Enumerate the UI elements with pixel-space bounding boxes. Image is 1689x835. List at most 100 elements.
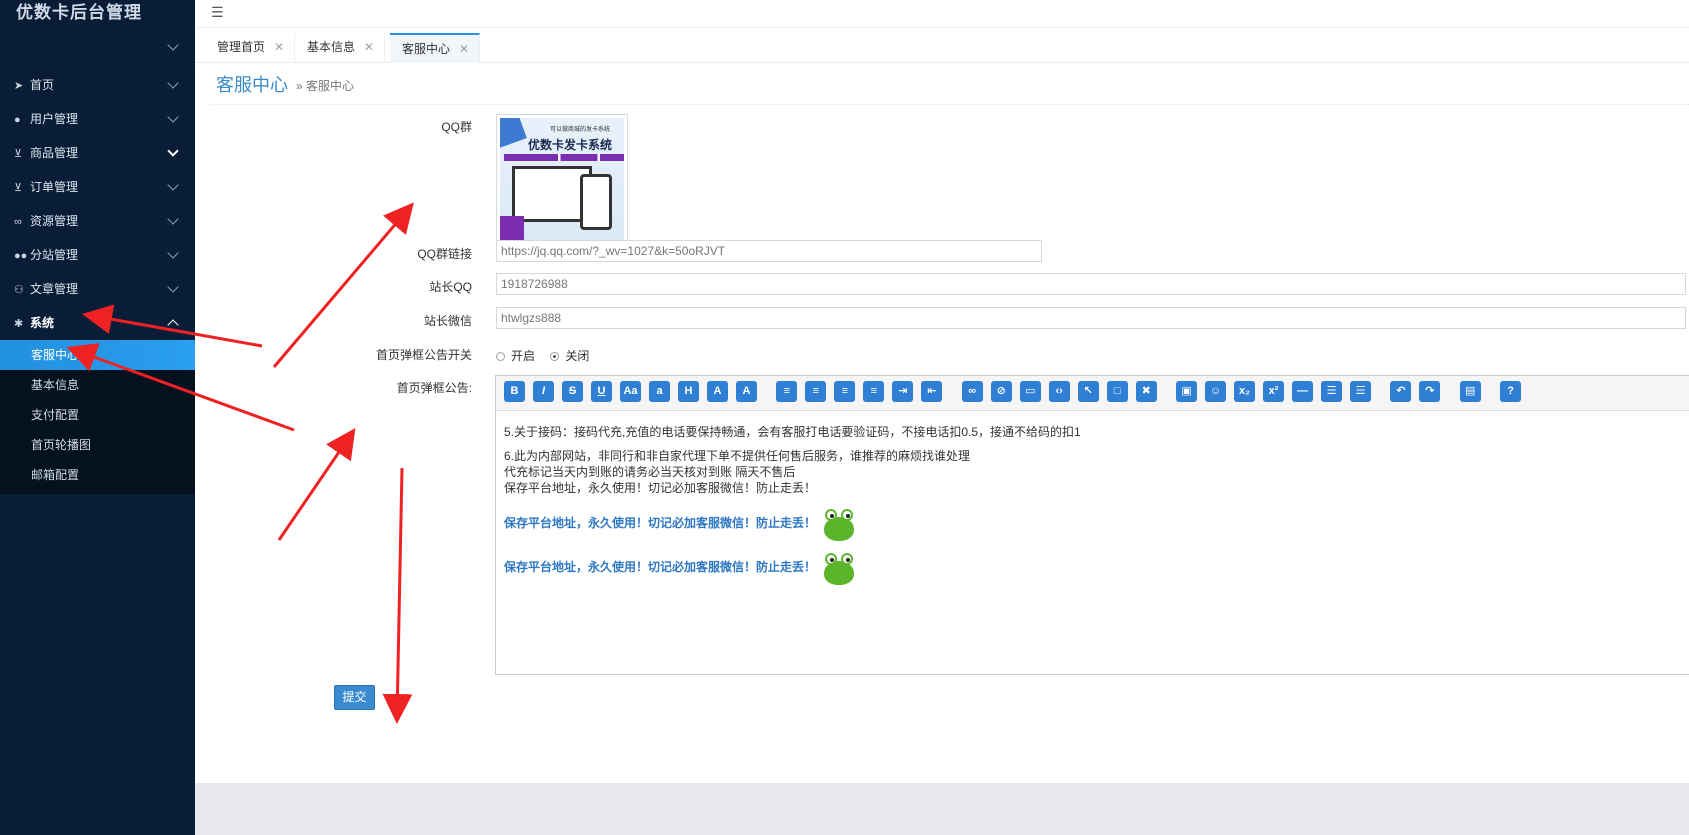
user-icon: ●	[14, 114, 21, 126]
chevron-down-icon	[167, 213, 179, 225]
editor-paragraph: 保存平台地址，永久使用！切记必加客服微信！防止走丢！	[504, 481, 817, 495]
ordered-list-icon[interactable]: ☰	[1321, 381, 1343, 402]
align-left-icon[interactable]: ≡	[805, 381, 827, 402]
close-icon[interactable]: ✕	[274, 40, 284, 54]
editor-highlight-paragraph: 保存平台地址，永久使用！切记必加客服微信！防止走丢！	[504, 550, 1683, 585]
clear-icon[interactable]: ✖	[1135, 381, 1157, 402]
align-justify-icon[interactable]: ≡	[863, 381, 885, 402]
popup-switch-label: 首页弹框公告开关	[375, 348, 472, 362]
superscript-icon[interactable]: x²	[1263, 381, 1285, 402]
sidebar-item-orders[interactable]: ⊻ 订单管理	[0, 170, 195, 204]
submenu-item-customer-service[interactable]: 客服中心	[0, 340, 195, 370]
strikethrough-icon[interactable]: S	[562, 381, 583, 402]
radio-off-label: 关闭	[565, 349, 590, 363]
tab-admin-home[interactable]: 管理首页 ✕	[205, 33, 296, 63]
promo-subtitle: 可以做商城的发卡系统	[550, 127, 611, 133]
menu-toggle-icon[interactable]: ☰	[211, 4, 224, 21]
radio-off[interactable]	[550, 352, 560, 361]
heading-icon[interactable]: H	[678, 381, 699, 402]
submenu-item-home-carousel[interactable]: 首页轮播图	[0, 430, 195, 460]
submenu-item-basic-info[interactable]: 基本信息	[0, 370, 195, 400]
tab-basic-info[interactable]: 基本信息 ✕	[295, 33, 386, 63]
underline-icon[interactable]: U	[591, 381, 612, 402]
sidebar-item-articles[interactable]: ⚇ 文章管理	[0, 272, 195, 306]
select-icon[interactable]: ↖	[1077, 381, 1099, 402]
align-right-icon[interactable]: ≡	[834, 381, 856, 402]
image-icon[interactable]: ▣	[1176, 381, 1198, 402]
sidebar-item-label: 系统	[30, 316, 55, 330]
editor-paragraph: 5.关于接码：接码代充,充值的电话要保持畅通，会有客服打电话要验证码，不接电话扣…	[504, 425, 1081, 439]
frog-emoji-icon	[822, 507, 856, 541]
close-icon[interactable]: ✕	[459, 42, 469, 56]
sidebar-item-label: 订单管理	[30, 180, 79, 194]
background-color-icon[interactable]: A	[736, 381, 757, 402]
owner-qq-field[interactable]	[496, 273, 1686, 295]
corner-badge	[500, 118, 527, 148]
sidebar-item-label: 文章管理	[30, 282, 79, 296]
tab-bar: 管理首页 ✕ 基本信息 ✕ 客服中心 ✕	[195, 30, 1689, 63]
subscript-icon[interactable]: x₂	[1234, 381, 1256, 402]
paper-plane-icon: ➤	[14, 80, 24, 92]
highlight-text: 保存平台地址，永久使用！切记必加客服微信！防止走丢！	[504, 560, 817, 574]
sidebar-item-home[interactable]: ➤ 首页	[0, 68, 195, 102]
radio-on-label: 开启	[511, 349, 536, 363]
emoji-icon[interactable]: ☺	[1205, 381, 1227, 402]
close-icon[interactable]: ✕	[364, 40, 374, 54]
font-color-icon[interactable]: A	[707, 381, 728, 402]
promo-image: 可以做商城的发卡系统 优数卡发卡系统	[500, 118, 624, 242]
sidebar-collapse-toggle[interactable]	[0, 28, 195, 68]
footer-band	[195, 783, 1689, 835]
main-content: 客服中心 » 客服中心 QQ群 可以做商城的发卡系统 优数卡发卡系统 QQ群链接…	[195, 64, 1689, 784]
font-size-icon[interactable]: Aa	[620, 381, 641, 402]
chevron-down-icon	[167, 145, 179, 157]
tab-customer-service[interactable]: 客服中心 ✕	[390, 33, 481, 63]
sidebar-item-products[interactable]: ⊻ 商品管理	[0, 136, 195, 170]
link-icon[interactable]: ∞	[961, 381, 983, 402]
chevron-down-icon	[167, 39, 179, 51]
chevron-down-icon	[167, 247, 179, 259]
binoculars-icon: ⚇	[14, 284, 24, 296]
tab-label: 客服中心	[402, 42, 451, 56]
sidebar-item-resources[interactable]: ∞ 资源管理	[0, 204, 195, 238]
topbar: ☰	[195, 0, 1689, 28]
cart-icon: ⊻	[14, 182, 23, 194]
users-icon: ●●	[14, 250, 28, 262]
popup-switch-group: 开启 关闭	[496, 347, 601, 364]
qq-group-label: QQ群	[441, 120, 472, 134]
sidebar-item-label: 资源管理	[30, 214, 79, 228]
outdent-icon[interactable]: ⇤	[921, 381, 943, 402]
horizontal-rule-icon[interactable]: —	[1292, 381, 1314, 402]
qq-group-image[interactable]: 可以做商城的发卡系统 优数卡发卡系统	[496, 114, 628, 246]
owner-wechat-field[interactable]	[496, 307, 1686, 329]
submenu-item-payment-config[interactable]: 支付配置	[0, 400, 195, 430]
indent-icon[interactable]: ⇥	[892, 381, 914, 402]
anchor-icon[interactable]: ▭	[1019, 381, 1041, 402]
chevron-down-icon	[167, 179, 179, 191]
bold-icon[interactable]: B	[504, 381, 525, 402]
help-icon[interactable]: ?	[1500, 381, 1522, 402]
unordered-list-icon[interactable]: ☰	[1350, 381, 1372, 402]
sidebar-item-substations[interactable]: ●● 分站管理	[0, 238, 195, 272]
code-icon[interactable]: ‹›	[1048, 381, 1070, 402]
font-family-icon[interactable]: a	[649, 381, 670, 402]
corner-badge	[500, 216, 524, 242]
fullscreen-icon[interactable]: □	[1106, 381, 1128, 402]
italic-icon[interactable]: I	[533, 381, 554, 402]
sidebar-item-system[interactable]: ✱ 系统	[0, 306, 195, 340]
page-title: 客服中心	[216, 75, 288, 95]
qq-link-field[interactable]	[496, 240, 1042, 262]
align-center-icon[interactable]: ≡	[776, 381, 798, 402]
editor-body[interactable]: 5.关于接码：接码代充,充值的电话要保持畅通，会有客服打电话要验证码，不接电话扣…	[496, 411, 1689, 597]
radio-on[interactable]	[496, 352, 505, 361]
undo-icon[interactable]: ↶	[1390, 381, 1412, 402]
chevron-down-icon	[167, 281, 179, 293]
rich-text-editor[interactable]: B I S U Aa a H A A ≡ ≡ ≡ ≡ ⇥ ⇤ ∞ ⊘ ▭ ‹› ↖ □ ✖ ▣ ☺ x₂ x² — ☰ ☰ ↶ ↷ …	[495, 375, 1689, 675]
source-icon[interactable]: ▤	[1459, 381, 1481, 402]
unlink-icon[interactable]: ⊘	[990, 381, 1012, 402]
submenu-item-email-config[interactable]: 邮箱配置	[0, 460, 195, 490]
submit-button[interactable]: 提交	[334, 685, 375, 710]
sidebar-item-users[interactable]: ● 用户管理	[0, 102, 195, 136]
gear-icon: ✱	[14, 318, 24, 330]
redo-icon[interactable]: ↷	[1419, 381, 1441, 402]
owner-qq-label: 站长QQ	[429, 280, 472, 294]
